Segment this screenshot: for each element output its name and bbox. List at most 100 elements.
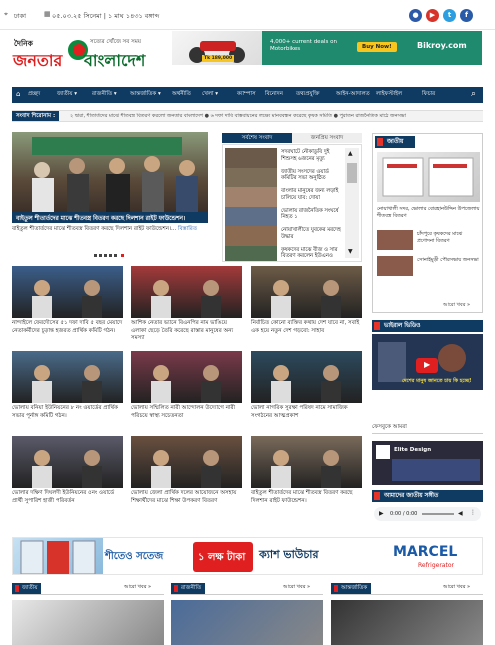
sidebar-news-item[interactable]: চাঁদপুরে কৃষকদের মাঝে প্রণোদনা বিতরণ — [377, 230, 480, 252]
scroll-up-icon[interactable]: ▲ — [348, 150, 353, 157]
facebook-icon[interactable]: f — [460, 9, 473, 22]
news-card-title: নির্বাচিত কোনো ব্যক্তির কথায় দেশ যাবে ন… — [251, 320, 360, 334]
audio-seek-bar[interactable] — [422, 513, 454, 515]
news-card[interactable]: ভোলায় জেলা প্রার্থিক দলের আয়োজনে অসহায… — [131, 436, 242, 505]
category-image[interactable] — [331, 600, 483, 645]
sidebar-thumb — [377, 256, 413, 276]
ad-offer-text: ক্যাশ ভাউচার — [259, 548, 319, 561]
flickr-icon[interactable]: ● — [409, 9, 422, 22]
news-card-title: আশিক নেতার ভ্যানে বিএনপির নাম ভাঙিয়ে এল… — [131, 320, 234, 341]
logo-tagline: সত্যের খোঁজে সব সময় — [90, 39, 142, 45]
list-scrollbar[interactable]: ▲ ▼ — [345, 148, 359, 258]
sidebar-feature-image[interactable] — [377, 152, 480, 202]
audio-player[interactable]: ▶ 0:00 / 0:00 ◀ ⋮ — [374, 507, 481, 521]
nav-item-7[interactable]: বিনোদন — [265, 91, 283, 99]
top-banner-ad[interactable]: Tk 189,000 4,000+ current deals on Motor… — [172, 31, 482, 65]
nav-item-6[interactable]: ক্যাম্পাস — [237, 91, 256, 99]
category-title[interactable]: জাতীয় — [12, 583, 42, 594]
category-title[interactable]: আন্তর্জাতিক — [331, 583, 372, 594]
home-icon[interactable]: ⌂ — [16, 90, 20, 98]
tab-latest[interactable]: সর্বশেষ সংবাদ — [222, 133, 292, 143]
news-card[interactable]: ভোলা নাগরিক সুরক্ষা পরিষদ নামে সামাজিক স… — [251, 351, 362, 420]
news-card[interactable]: আশিক নেতার ভ্যানে বিএনপির নাম ভাঙিয়ে এল… — [131, 266, 242, 343]
nav-item-8[interactable]: তথ্যপ্রযুক্তি — [296, 91, 319, 99]
sidebar-national-box: জাতীয় নোয়াখালী সদর, ভোলার বোরহানউদ্দিন… — [372, 133, 483, 313]
news-card-title: ভোলায় জেলা প্রার্থিক দলের আয়োজনে অসহায… — [131, 490, 237, 504]
sidebar-thumb — [377, 230, 413, 250]
ad-bike-image: Tk 189,000 — [172, 31, 262, 65]
fb-section-head: ফেসবুকে আমরা — [372, 424, 483, 434]
ticker-label: সংবাদ শিরোনাম : — [12, 111, 60, 121]
news-card[interactable]: নির্বাচিত কোনো ব্যক্তির কথায় দেশ যাবে ন… — [251, 266, 362, 335]
twitter-icon[interactable]: t — [443, 9, 456, 22]
nav-item-2[interactable]: রাজনীতি ▾ — [92, 91, 117, 99]
ad-buy-button[interactable]: Buy Now! — [357, 42, 397, 52]
ad-offer-badge: ১ লক্ষ টাকা — [193, 542, 253, 572]
nav-item-4[interactable]: অর্থনীতি — [172, 91, 191, 99]
sidebar-feature-caption[interactable]: নোয়াখালী সদর, ভোলার বোরহানউদ্দিন উপজেলা… — [377, 206, 480, 219]
latest-thumb — [225, 206, 277, 227]
news-card[interactable]: বাইতুল শীতার্তদের মাঝে শীতবস্ত্র বিতরণ ক… — [251, 436, 362, 505]
news-card-image — [251, 436, 362, 488]
video-player[interactable]: ▶ দেশের মানুষ জানতে চায় কি হচ্ছে! — [372, 334, 483, 390]
sidebar-news-title: চাঁদপুরে কৃষকদের মাঝে প্রণোদনা বিতরণ — [417, 231, 463, 244]
news-card[interactable]: ভোলার দক্ষিণ দিঘলদী ইউনিয়নের ৫নং ওয়ার্… — [12, 436, 123, 505]
latest-title: সদরঘাটে নৌকাডুবি দুই শিশুসহ ৬জনের মৃত্যু — [281, 149, 330, 162]
sidebar-news-item[interactable]: সোনাইমুড়ী পৌরসভায় জনসভা — [377, 256, 480, 278]
latest-thumb — [225, 148, 277, 168]
fb-cover-image — [392, 459, 480, 481]
nav-item-9[interactable]: আইন-আদালত — [336, 91, 370, 99]
nav-item-5[interactable]: খেলা ▾ — [202, 91, 218, 99]
play-icon: ▶ — [424, 360, 431, 369]
category-more-link[interactable]: আরো খবর » — [283, 584, 310, 592]
fb-page-widget[interactable]: Elite Design — [372, 441, 483, 485]
hero-headline-bar[interactable]: বাইতুল শীতার্তদের মাঝে শীতবস্ত্র বিতরণ ক… — [12, 212, 208, 223]
site-logo[interactable]: দৈনিক জনতার বাংলাদেশ সত্যের খোঁজে সব সময… — [12, 36, 162, 72]
category-title[interactable]: রাজনীতি — [171, 583, 206, 594]
news-card-image — [131, 436, 242, 488]
date-text: ০৫.০৩.২৫ সিনেমা | ১ মাঘ ১৪৩১ বঙ্গাব্দ — [52, 12, 160, 20]
audio-play-icon[interactable]: ▶ — [379, 510, 384, 517]
news-card[interactable]: ভোলায় বনিয়া ইউনিয়নের ৮ নং ওয়ার্ডের প… — [12, 351, 123, 420]
nav-item-11[interactable]: ফিচার — [422, 91, 435, 99]
category-image[interactable] — [171, 600, 323, 645]
news-card[interactable]: ভোলায় সম্মিলিত নারী আন্দোলন উদ্যোগে নার… — [131, 351, 242, 420]
latest-thumb — [225, 226, 277, 246]
hero-image[interactable] — [12, 132, 208, 212]
anthem-section-head: আমাদের জাতীয় সঙ্গীত — [372, 490, 483, 502]
ticker-text[interactable]: ২ দ্বারা, শীতার্তদের মাঝে শীতবস্ত্র বিতর… — [70, 113, 480, 121]
nav-item-1[interactable]: জাতীয় ▾ — [57, 91, 77, 99]
latest-list-item[interactable]: কৃষকদের মাঝে বীজ ও সার বিতরণ করলেন ইউএনও — [225, 245, 343, 261]
logo-main-2: বাংলাদেশ — [84, 51, 146, 70]
volume-icon[interactable]: ◀ — [458, 510, 463, 517]
fb-page-title: Elite Design — [394, 447, 432, 453]
youtube-icon[interactable]: ▶ — [426, 9, 439, 22]
sidebar-news-title: সোনাইমুড়ী পৌরসভায় জনসভা — [417, 257, 479, 263]
bottom-banner-ad[interactable]: শীতেও সতেজ ১ লক্ষ টাকা ক্যাশ ভাউচার MARC… — [12, 537, 483, 575]
more-options-icon[interactable]: ⋮ — [470, 509, 476, 516]
play-button[interactable]: ▶ — [416, 358, 438, 373]
sidebar-more-link[interactable]: আরো খবর » — [443, 302, 470, 310]
nav-item-0[interactable]: প্রচ্ছদ — [28, 91, 40, 99]
hero-headline[interactable]: বাইতুল শীতার্তদের মাঝে শীতবস্ত্র বিতরণ ক… — [16, 214, 185, 224]
tab-popular[interactable]: জনপ্রিয় সংবাদ — [292, 133, 362, 143]
news-card[interactable]: নান্দাইলে ফেরদৌসের ৫১ দফা দাবি ৫ বছর মেয… — [12, 266, 123, 335]
news-card-image — [131, 351, 242, 403]
slider-dots[interactable] — [94, 252, 130, 257]
nav-item-3[interactable]: আন্তর্জাতিক ▾ — [130, 91, 161, 99]
video-section-head: ভাইরাল ভিডিও — [372, 320, 483, 332]
scroll-down-icon[interactable]: ▼ — [348, 248, 353, 255]
news-card-image — [12, 436, 123, 488]
category-more-link[interactable]: আরো খবর » — [124, 584, 151, 592]
read-more-link[interactable]: বিস্তারিত — [178, 226, 197, 232]
category-image[interactable] — [12, 600, 164, 645]
category-more-link[interactable]: আরো খবর » — [443, 584, 470, 592]
ad-fridge-image — [13, 538, 103, 574]
hero-excerpt-text: বাইতুল শীতার্তদের মাঝে শীতবস্ত্র বিতরণ ক… — [12, 226, 177, 232]
nav-item-10[interactable]: লাইফস্টাইল — [376, 91, 402, 99]
location-icon: ⌖ — [4, 10, 8, 18]
latest-thumb — [225, 167, 277, 188]
latest-title: নোয়াখালীতে যুবকের মরদেহ উদ্ধার — [281, 227, 341, 240]
news-card-title: ভোলা নাগরিক সুরক্ষা পরিষদ নামে সামাজিক স… — [251, 405, 348, 419]
search-icon[interactable]: ⌕ — [471, 89, 476, 99]
